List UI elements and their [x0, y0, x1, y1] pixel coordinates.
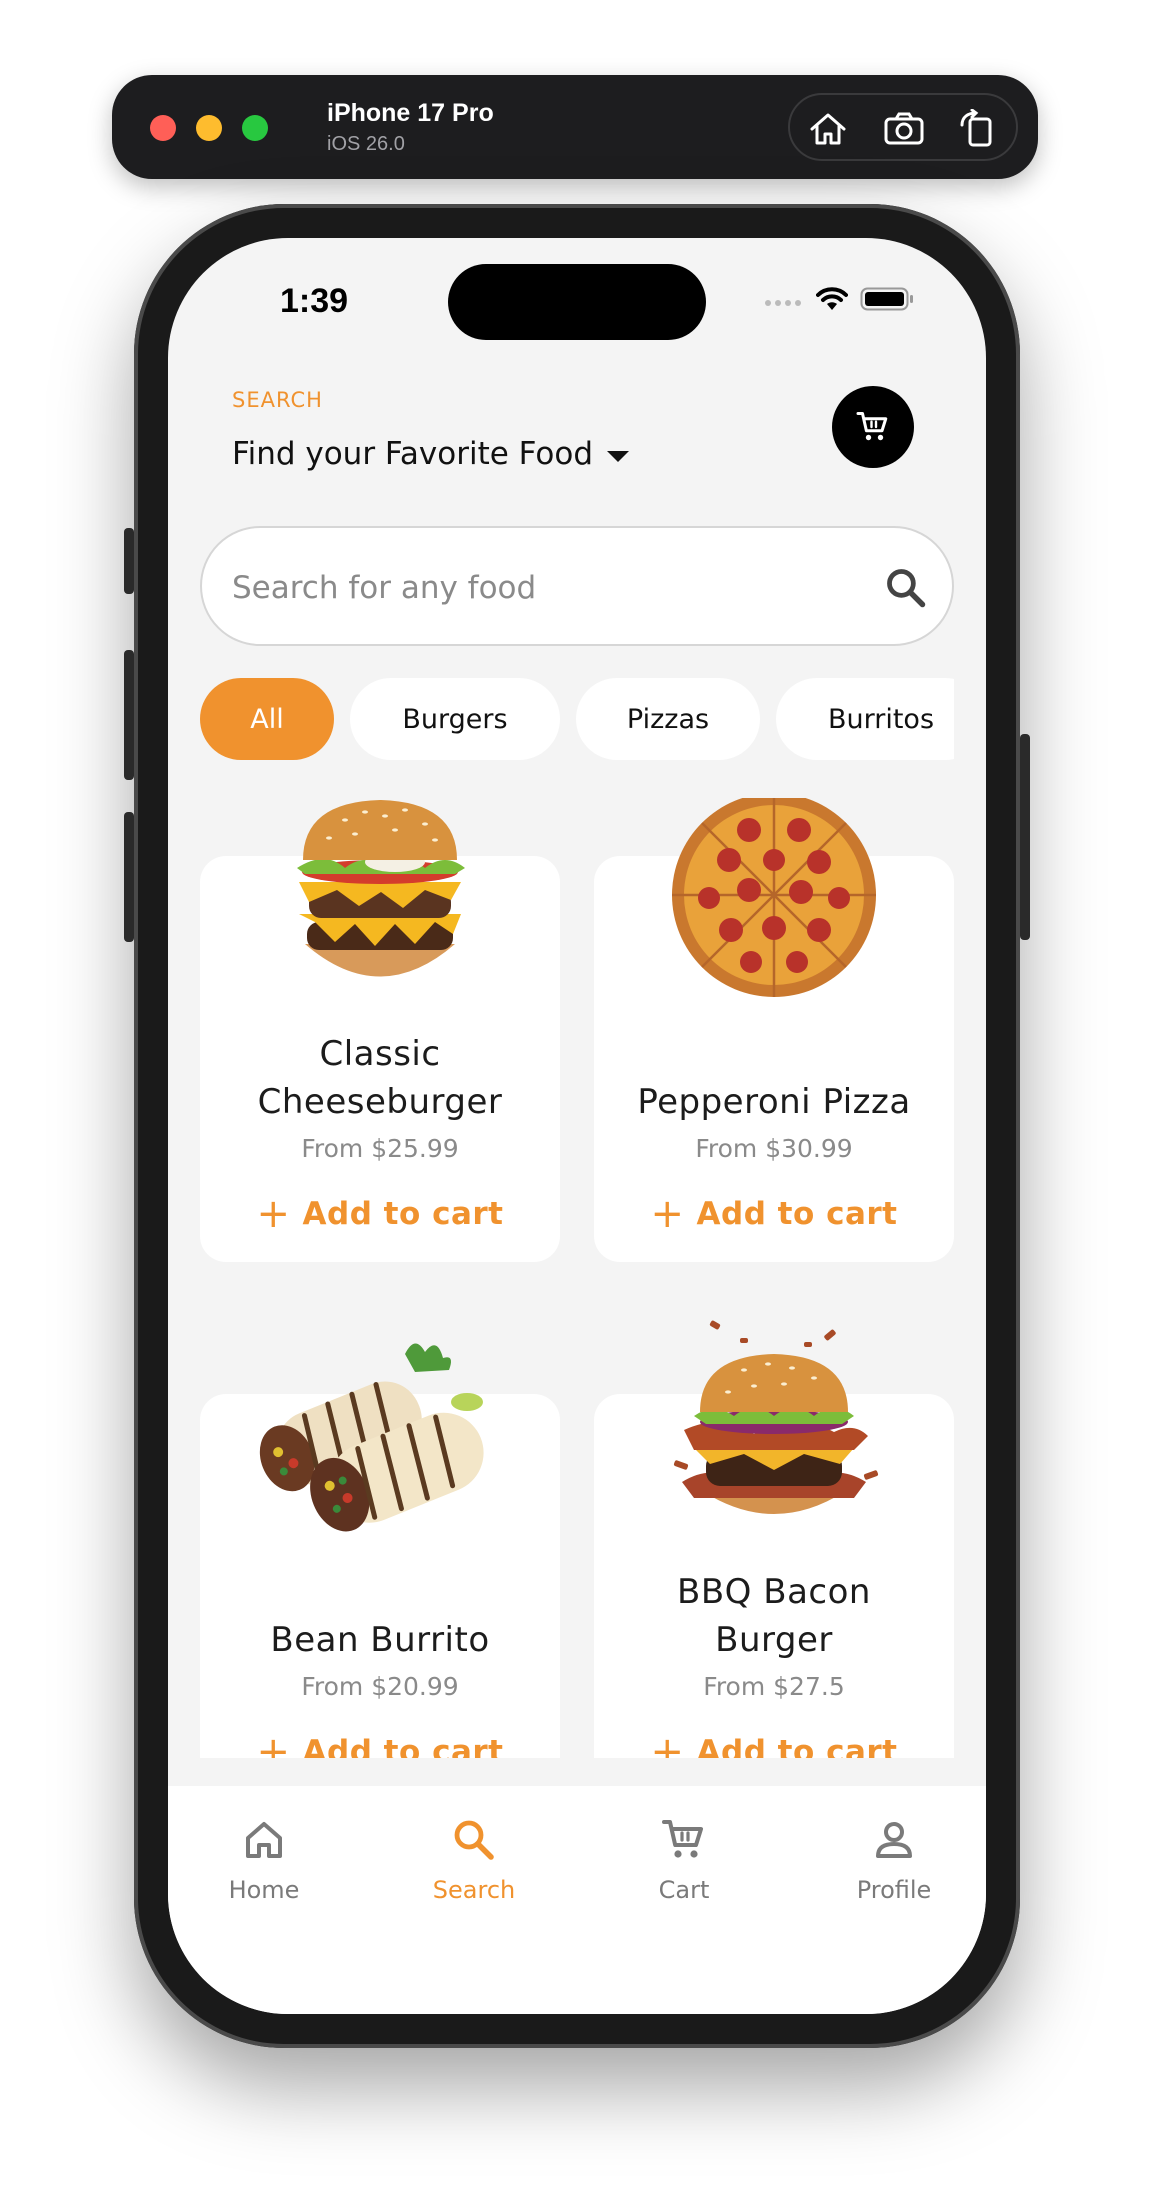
- close-window-button[interactable]: [150, 115, 176, 141]
- simulator-tools: [788, 93, 1018, 161]
- dynamic-island: [448, 264, 706, 340]
- rotate-icon[interactable]: [956, 108, 1000, 149]
- page-eyebrow: SEARCH: [232, 388, 323, 412]
- product-name: BBQ Bacon Burger: [677, 1572, 871, 1660]
- volume-down-button: [124, 812, 134, 942]
- action-button: [124, 528, 134, 594]
- zoom-window-button[interactable]: [242, 115, 268, 141]
- product-grid: Classic Cheeseburger From $25.99 + Add t…: [168, 798, 986, 1758]
- signal-icon: [764, 292, 804, 311]
- app-screen: 1:39 SEARCH Find your Favorite Food Sear…: [168, 238, 986, 2014]
- home-icon: [246, 1822, 282, 1858]
- cart-button[interactable]: [832, 386, 914, 468]
- search-bar: [200, 526, 954, 646]
- status-time: 1:39: [280, 282, 349, 320]
- search-input[interactable]: [232, 558, 832, 618]
- battery-icon: [860, 286, 914, 316]
- search-icon[interactable]: [884, 566, 928, 610]
- category-chip-burgers[interactable]: Burgers: [350, 678, 560, 760]
- search-icon: [454, 1820, 494, 1860]
- burrito-image: [259, 1343, 484, 1532]
- page-title: Find your Favorite Food: [232, 436, 593, 472]
- cart-icon: [662, 1820, 703, 1858]
- product-price: From $20.99: [301, 1672, 459, 1701]
- os-version: iOS 26.0: [327, 133, 405, 155]
- product-card[interactable]: BBQ Bacon Burger From $27.5 + Add to car…: [594, 1320, 954, 1758]
- tab-label: Search: [432, 1876, 516, 1904]
- plus-icon: +: [650, 1729, 685, 1758]
- tab-label: Cart: [658, 1876, 710, 1904]
- pizza-image: [672, 798, 876, 997]
- category-chip-pizzas[interactable]: Pizzas: [576, 678, 760, 760]
- product-name: Pepperoni Pizza: [637, 1082, 911, 1122]
- tab-search[interactable]: Search: [394, 1816, 554, 1904]
- category-chip-all[interactable]: All: [200, 678, 334, 760]
- tab-home[interactable]: Home: [184, 1816, 344, 1904]
- minimize-window-button[interactable]: [196, 115, 222, 141]
- product-price: From $25.99: [301, 1134, 459, 1163]
- category-chip-burritos[interactable]: Burritos: [776, 678, 954, 760]
- product-price: From $30.99: [695, 1134, 853, 1163]
- product-price: From $27.5: [703, 1672, 845, 1701]
- product-name: Bean Burrito: [270, 1620, 490, 1660]
- add-to-cart-label: Add to cart: [696, 1196, 898, 1232]
- add-to-cart-button[interactable]: + Add to cart: [200, 1729, 560, 1758]
- volume-up-button: [124, 650, 134, 780]
- chevron-down-icon: [607, 450, 629, 462]
- tab-label: Profile: [856, 1876, 932, 1904]
- plus-icon: +: [256, 1729, 291, 1758]
- add-to-cart-label: Add to cart: [302, 1196, 504, 1232]
- add-to-cart-button[interactable]: + Add to cart: [200, 1191, 560, 1237]
- product-card[interactable]: Classic Cheeseburger From $25.99 + Add t…: [200, 800, 560, 1262]
- device-name: iPhone 17 Pro: [327, 99, 494, 127]
- cart-icon: [856, 412, 888, 441]
- category-filter: All Burgers Pizzas Burritos: [200, 678, 954, 760]
- wifi-icon: [816, 286, 848, 316]
- product-card[interactable]: Bean Burrito From $20.99 + Add to cart: [200, 1343, 560, 1758]
- simulator-toolbar: iPhone 17 Pro iOS 26.0: [112, 75, 1038, 179]
- tab-cart[interactable]: Cart: [604, 1816, 764, 1904]
- add-to-cart-label: Add to cart: [696, 1734, 898, 1758]
- home-icon[interactable]: [806, 109, 850, 149]
- tab-label: Home: [228, 1876, 300, 1904]
- add-to-cart-button[interactable]: + Add to cart: [594, 1729, 954, 1758]
- product-name: Classic Cheeseburger: [257, 1034, 503, 1122]
- cheeseburger-image: [297, 800, 465, 977]
- bottom-tab-bar: Home Search Cart Profile: [168, 1786, 986, 2014]
- bbq-burger-image: [673, 1320, 879, 1514]
- product-card[interactable]: Pepperoni Pizza From $30.99 + Add to car…: [594, 798, 954, 1262]
- add-to-cart-label: Add to cart: [302, 1734, 504, 1758]
- tab-profile[interactable]: Profile: [814, 1816, 974, 1904]
- screenshot-icon[interactable]: [882, 109, 926, 149]
- location-selector[interactable]: Find your Favorite Food: [232, 436, 629, 472]
- plus-icon: +: [650, 1191, 685, 1237]
- status-icons: [764, 286, 914, 316]
- profile-icon: [876, 1822, 912, 1858]
- power-button: [1020, 734, 1030, 940]
- plus-icon: +: [256, 1191, 291, 1237]
- add-to-cart-button[interactable]: + Add to cart: [594, 1191, 954, 1237]
